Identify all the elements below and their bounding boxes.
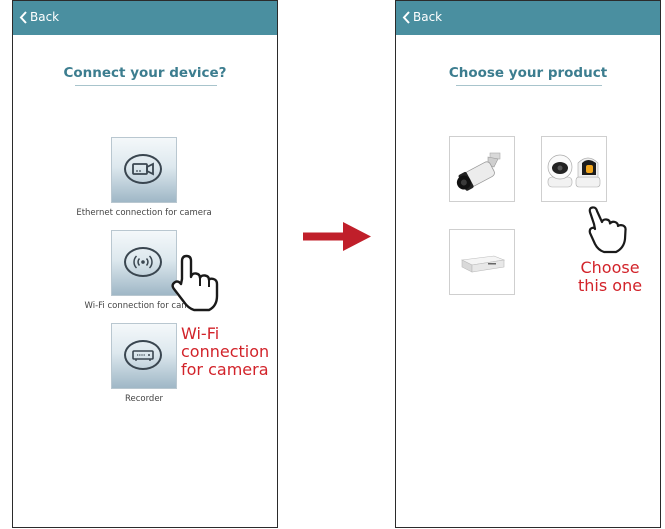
pointing-hand-icon (588, 206, 627, 254)
chevron-left-icon (402, 10, 410, 24)
recorder-tile[interactable] (111, 323, 177, 389)
chevron-left-icon (19, 10, 27, 24)
option-label-recorder: Recorder (124, 394, 164, 404)
annotation-line-2: this one (578, 276, 643, 295)
recorder-icon (124, 340, 162, 370)
page-title: Choose your product (448, 65, 608, 81)
annotation-line-2: connection (181, 342, 270, 361)
bullet-camera-icon (456, 152, 501, 191)
annotation-line-3: for camera (181, 360, 269, 379)
annotation-line-1: Choose (580, 258, 640, 277)
recorder-box-icon (460, 255, 506, 273)
title-underline (456, 85, 602, 86)
choose-annotation: Choose this one (578, 259, 642, 295)
back-label: Back (30, 10, 60, 24)
left-phone-screen: Back Connect your device? Ethernet conne… (12, 0, 278, 528)
product-recorder[interactable] (449, 229, 515, 295)
ethernet-camera-icon (124, 154, 162, 184)
right-phone-screen: Back Choose your product Choose this one (395, 0, 661, 528)
pointing-hand-icon (171, 254, 219, 312)
page-title: Connect your device? (63, 65, 227, 81)
wifi-annotation: Wi-Fi connection for camera (181, 325, 269, 379)
right-arrow-icon (303, 222, 371, 251)
ethernet-connection-tile[interactable] (111, 137, 177, 203)
back-label: Back (413, 10, 443, 24)
annotation-line-1: Wi-Fi (181, 324, 220, 343)
product-bullet-camera[interactable] (449, 136, 515, 202)
back-button[interactable]: Back (402, 10, 442, 24)
option-label-ethernet: Ethernet connection for camera (76, 208, 212, 218)
top-bar: Back (13, 1, 277, 35)
wifi-icon (124, 247, 162, 277)
top-bar: Back (396, 1, 660, 35)
title-underline (75, 85, 217, 86)
back-button[interactable]: Back (19, 10, 59, 24)
pan-tilt-camera-icon (547, 154, 601, 188)
product-pan-tilt-camera[interactable] (541, 136, 607, 202)
